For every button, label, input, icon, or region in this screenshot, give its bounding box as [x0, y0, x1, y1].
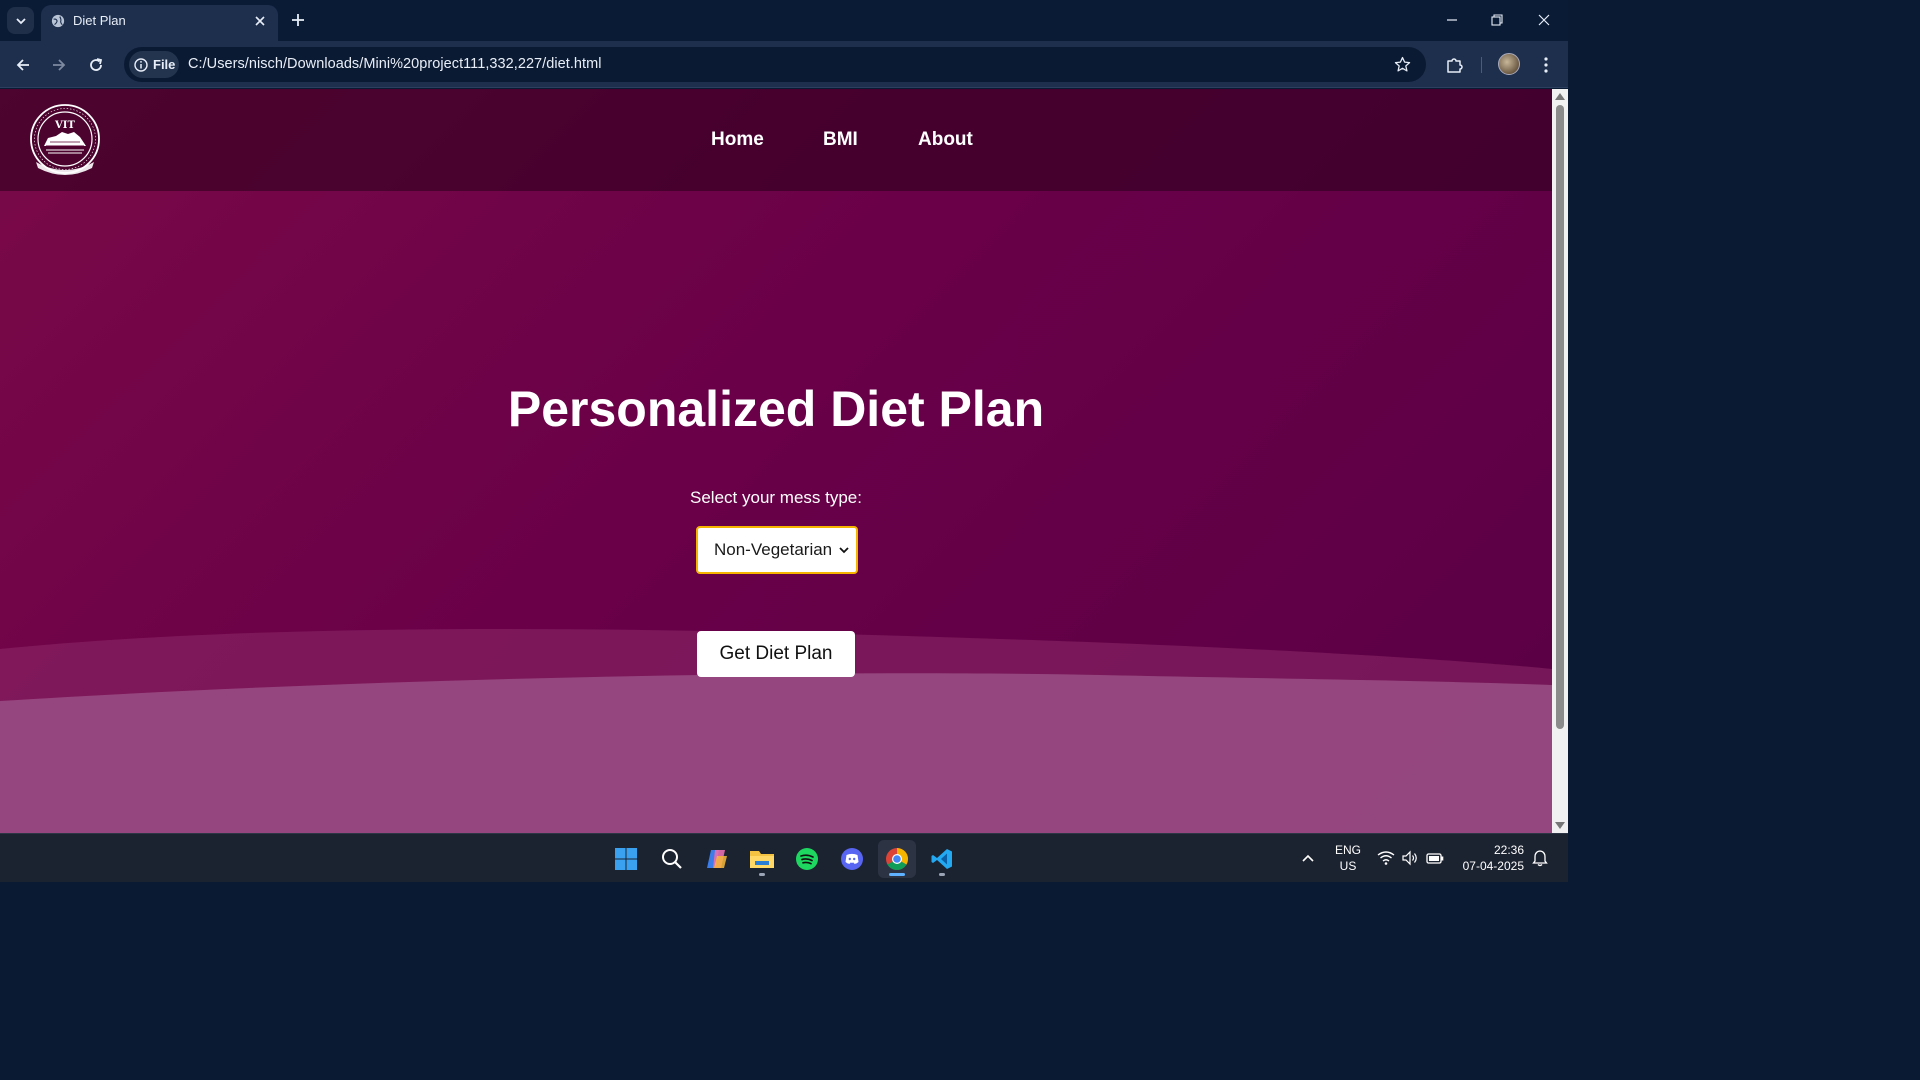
region-code: US [1339, 859, 1357, 873]
minimize-button[interactable] [1432, 6, 1472, 34]
minimize-icon [1447, 19, 1457, 21]
bookmark-button[interactable] [1392, 54, 1412, 74]
page-scrollbar[interactable] [1552, 89, 1568, 833]
windows-icon [615, 848, 637, 870]
taskbar-copilot[interactable] [698, 840, 736, 878]
running-indicator [939, 873, 945, 876]
spotify-icon [796, 848, 818, 870]
wifi-button[interactable] [1376, 848, 1396, 868]
browser-toolbar: File C:/Users/nisch/Downloads/Mini%20pro… [0, 41, 1568, 88]
tab-title: Diet Plan [73, 13, 126, 28]
page-viewport: VIT Home BMI About Personalized Diet Pla… [0, 89, 1552, 833]
nav-link-about[interactable]: About [918, 129, 973, 151]
windows-taskbar: ENG US 22:36 07-04-2025 [0, 833, 1568, 882]
taskbar-spotify[interactable] [788, 840, 826, 878]
running-indicator [759, 873, 765, 876]
profile-avatar[interactable] [1498, 53, 1520, 75]
arrow-left-icon [16, 59, 29, 71]
mess-type-label: Select your mess type: [690, 488, 862, 507]
site-header: VIT Home BMI About [0, 89, 1552, 191]
volume-button[interactable] [1400, 848, 1420, 868]
extensions-button[interactable] [1441, 51, 1469, 79]
scrollbar-thumb[interactable] [1556, 105, 1564, 729]
scroll-down-arrow[interactable] [1555, 822, 1565, 829]
info-icon [134, 57, 148, 72]
taskbar-chrome[interactable] [878, 840, 916, 878]
plus-icon [292, 14, 304, 26]
tab-diet-plan[interactable]: Diet Plan [41, 5, 278, 41]
reload-icon [90, 58, 103, 71]
browser-menu-button[interactable] [1534, 51, 1558, 79]
toolbar-divider [1481, 57, 1482, 73]
mess-type-value: Non-Vegetarian [714, 540, 833, 559]
nav-link-home[interactable]: Home [711, 129, 764, 151]
back-button[interactable] [9, 51, 37, 79]
new-tab-button[interactable] [287, 9, 309, 31]
arrow-right-icon [53, 59, 66, 71]
globe-icon [51, 14, 65, 28]
site-info-chip[interactable]: File [129, 51, 179, 78]
address-bar[interactable]: File C:/Users/nisch/Downloads/Mini%20pro… [124, 47, 1426, 82]
close-icon [1538, 14, 1550, 26]
taskbar-clock[interactable]: 22:36 07-04-2025 [1452, 842, 1524, 874]
page-title: Personalized Diet Plan [507, 381, 1045, 437]
language-indicator[interactable]: ENG US [1330, 842, 1366, 874]
restore-icon [1491, 14, 1503, 26]
url-text[interactable]: C:/Users/nisch/Downloads/Mini%20project1… [188, 56, 602, 72]
running-indicator [889, 873, 905, 876]
wifi-icon [1377, 851, 1395, 865]
more-vertical-icon [1544, 57, 1548, 73]
restore-button[interactable] [1477, 6, 1517, 34]
battery-button[interactable] [1425, 848, 1445, 868]
start-button[interactable] [607, 840, 645, 878]
reload-button[interactable] [82, 51, 110, 79]
site-info-label: File [153, 57, 176, 72]
puzzle-icon [1447, 58, 1463, 73]
bell-icon [1532, 850, 1548, 867]
volume-icon [1402, 850, 1417, 866]
forward-button[interactable] [45, 51, 73, 79]
chevron-down-icon [15, 17, 26, 24]
tab-strip: Diet Plan [0, 0, 1568, 41]
chevron-up-icon [1302, 854, 1314, 862]
taskbar-search-button[interactable] [653, 840, 691, 878]
search-icon [662, 849, 682, 869]
taskbar-file-explorer[interactable] [743, 840, 781, 878]
site-nav: Home BMI About [0, 129, 1552, 153]
close-window-button[interactable] [1524, 6, 1564, 34]
chevron-down-icon [839, 547, 849, 554]
scroll-up-arrow[interactable] [1555, 93, 1565, 100]
notifications-button[interactable] [1530, 848, 1550, 868]
language-code: ENG [1334, 843, 1361, 857]
clock-date: 07-04-2025 [1462, 859, 1524, 873]
nav-link-bmi[interactable]: BMI [823, 129, 858, 151]
clock-time: 22:36 [1493, 843, 1524, 857]
tray-overflow-button[interactable] [1298, 848, 1318, 868]
battery-icon [1426, 853, 1444, 864]
vscode-icon [931, 849, 952, 869]
close-icon [255, 16, 265, 26]
star-icon [1394, 56, 1410, 72]
chrome-icon [886, 848, 908, 870]
discord-icon [841, 848, 863, 870]
tab-search-button[interactable] [7, 7, 34, 34]
taskbar-vscode[interactable] [923, 840, 961, 878]
get-diet-plan-button[interactable]: Get Diet Plan [697, 631, 855, 677]
taskbar-discord[interactable] [833, 840, 871, 878]
tab-close-button[interactable] [250, 11, 270, 31]
folder-icon [750, 851, 774, 868]
mess-type-select[interactable]: Non-Vegetarian [696, 526, 858, 574]
copilot-icon [707, 850, 727, 868]
